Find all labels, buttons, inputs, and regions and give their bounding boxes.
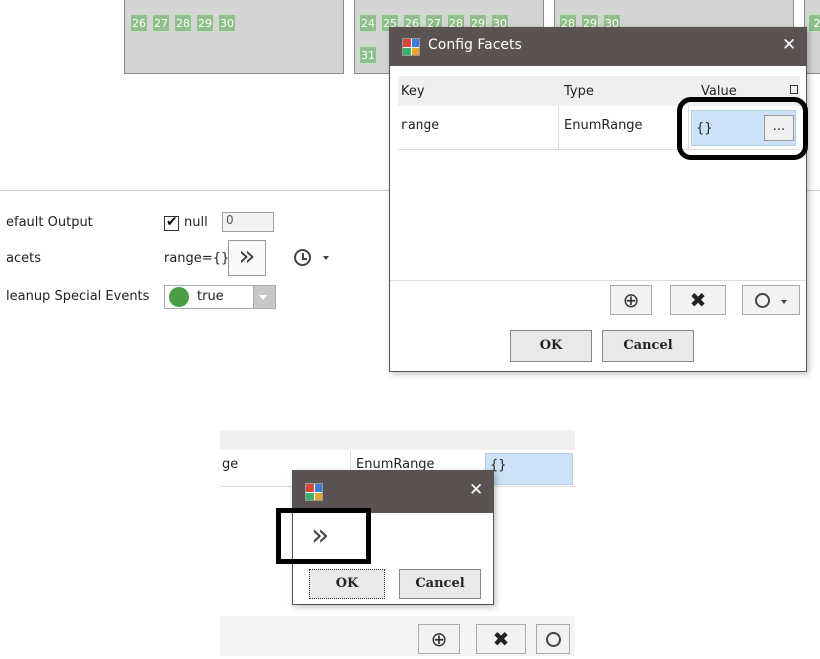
cancel-button[interactable]: Cancel	[602, 330, 694, 362]
dialog-title: Config Facets	[428, 37, 522, 53]
chevron-down-icon[interactable]	[323, 256, 329, 260]
column-header-type[interactable]: Type	[564, 84, 594, 99]
calendar-day[interactable]: 24	[359, 14, 377, 32]
ok-button[interactable]: OK	[309, 569, 385, 599]
history-button[interactable]	[742, 285, 800, 315]
clock-icon	[546, 632, 561, 647]
delete-button[interactable]: ✖	[670, 285, 726, 315]
dialog-titlebar: Config Facets ✕	[390, 28, 806, 66]
history-button	[536, 624, 570, 654]
calendar-day[interactable]: 29	[196, 14, 214, 32]
background-row-key: ge	[222, 457, 239, 472]
default-output-input[interactable]: 0	[222, 212, 274, 232]
niagara-logo-icon	[305, 483, 323, 501]
chevron-down-icon	[781, 300, 787, 304]
table-column-divider	[558, 106, 559, 150]
calendar-day[interactable]: 30	[218, 14, 236, 32]
cancel-button[interactable]: Cancel	[399, 569, 481, 599]
ok-button[interactable]: OK	[510, 330, 592, 362]
calendar-day[interactable]: 2	[808, 14, 820, 32]
annotation-highlight	[677, 97, 808, 160]
niagara-logo-icon	[402, 38, 420, 56]
calendar-month-1: 26 27 28 29 30	[124, 0, 344, 74]
status-dot-icon	[169, 287, 189, 307]
cleanup-select[interactable]: true	[164, 285, 276, 309]
dialog-titlebar: ✕	[293, 471, 493, 513]
null-checkbox[interactable]: ✔	[164, 214, 179, 231]
dropdown-arrow-icon[interactable]	[253, 286, 275, 308]
calendar-day[interactable]: 28	[174, 14, 192, 32]
calendar-day[interactable]: 26	[130, 14, 148, 32]
calendar-day[interactable]: 31	[359, 46, 377, 64]
add-button: ⊕	[418, 624, 460, 654]
background-value-cell: {}	[485, 453, 573, 485]
config-facets-dialog: Config Facets ✕ Key Type Value range Enu…	[389, 27, 807, 372]
cleanup-value: true	[197, 289, 224, 304]
column-chooser-icon[interactable]	[790, 85, 798, 94]
default-output-label: efault Output	[6, 215, 93, 230]
cleanup-special-events-label: leanup Special Events	[6, 289, 150, 304]
delete-button: ✖	[476, 624, 526, 654]
background-table-header	[220, 430, 575, 450]
clock-icon	[755, 293, 770, 308]
null-label: null	[184, 215, 208, 230]
clock-icon[interactable]	[294, 249, 311, 266]
close-icon[interactable]: ✕	[782, 35, 796, 55]
calendar-day[interactable]: 27	[152, 14, 170, 32]
facets-edit-button[interactable]: »	[228, 240, 266, 276]
table-bottom-divider	[390, 280, 806, 281]
close-icon[interactable]: ✕	[469, 480, 483, 500]
facets-value: range={}	[164, 251, 230, 266]
facets-label: acets	[6, 251, 41, 266]
column-header-key[interactable]: Key	[401, 84, 425, 99]
row-key: range	[400, 118, 440, 133]
add-button[interactable]: ⊕	[610, 285, 652, 315]
row-type: EnumRange	[564, 118, 643, 133]
annotation-highlight	[276, 508, 371, 564]
